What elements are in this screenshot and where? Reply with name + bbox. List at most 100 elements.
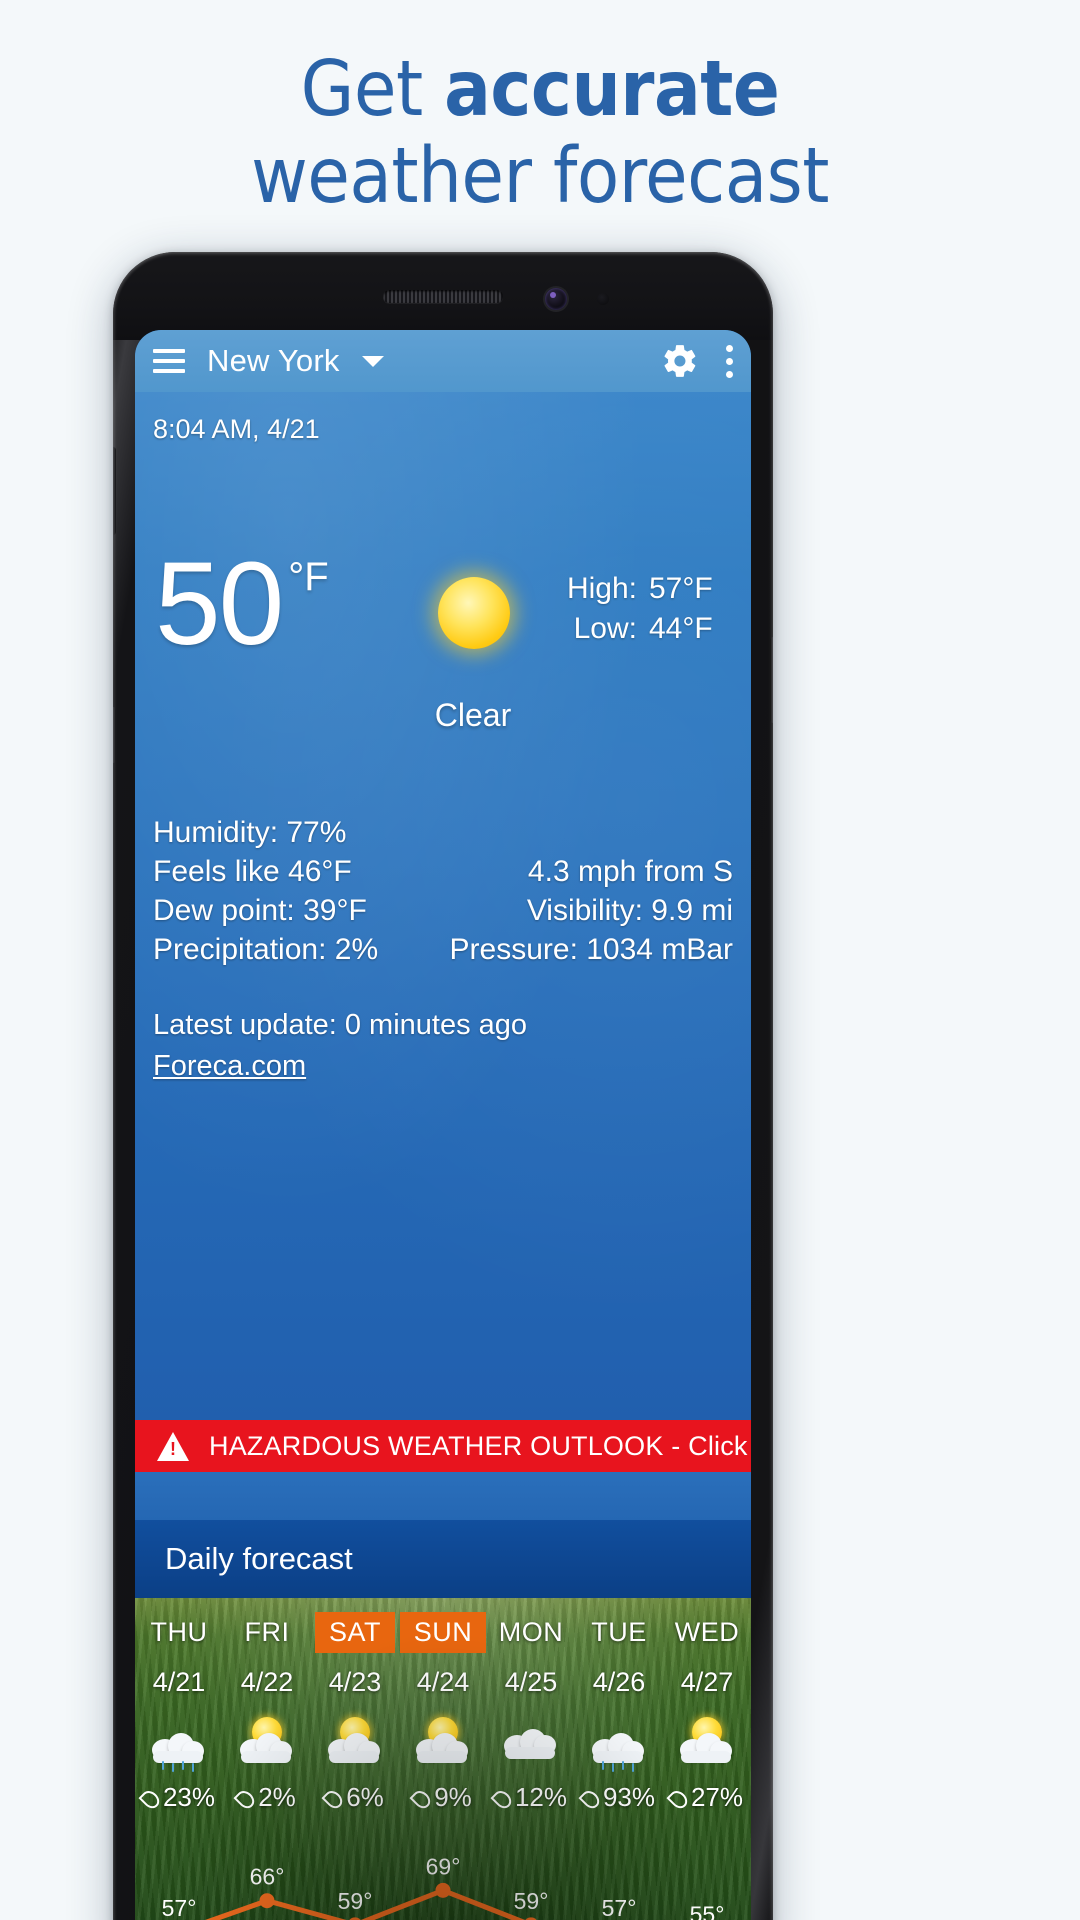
forecast-day-icon-wrap bbox=[223, 1708, 311, 1774]
forecast-day-precipitation: 23% bbox=[135, 1782, 223, 1813]
forecast-day-date: 4/26 bbox=[592, 1667, 646, 1697]
gear-icon[interactable] bbox=[661, 342, 699, 380]
high-temp-label: 55° bbox=[690, 1902, 725, 1920]
earpiece-speaker bbox=[383, 290, 503, 303]
hamburger-icon[interactable] bbox=[153, 349, 185, 373]
forecast-day-column[interactable]: SAT 4/23 6% bbox=[311, 1612, 399, 1813]
forecast-day-column[interactable]: THU 4/21 23% bbox=[135, 1612, 223, 1813]
detail-dew-point: Dew point: 39°F bbox=[153, 894, 367, 927]
detail-row: Precipitation: 2% Pressure: 1034 mBar bbox=[153, 930, 733, 969]
temperature-unit: °F bbox=[288, 555, 329, 599]
forecast-day-icon-wrap bbox=[575, 1708, 663, 1774]
hazard-text: HAZARDOUS WEATHER OUTLOOK - Click for de… bbox=[209, 1430, 751, 1461]
high-value: 57°F bbox=[649, 572, 713, 605]
phone-screen: New York 8:04 AM, 4/21 50 °F Clear High:… bbox=[135, 330, 751, 1920]
city-name[interactable]: New York bbox=[207, 343, 340, 379]
headline-plain: Get bbox=[300, 45, 445, 134]
low-label: Low: bbox=[573, 611, 637, 645]
headline-bold: accurate bbox=[444, 45, 780, 134]
water-drop-icon bbox=[578, 1787, 603, 1812]
forecast-day-precipitation: 12% bbox=[487, 1782, 575, 1813]
water-drop-icon bbox=[233, 1787, 258, 1812]
temperature-line-chart-svg: 57° 66° 59° 69° 59° 57° 55° bbox=[162, 1853, 725, 1920]
condition-label: Clear bbox=[434, 697, 512, 733]
forecast-day-column[interactable]: FRI 4/22 2% bbox=[223, 1612, 311, 1813]
power-button[interactable] bbox=[770, 637, 773, 723]
detail-row: Dew point: 39°F Visibility: 9.9 mi bbox=[153, 891, 733, 930]
forecast-day-precipitation: 93% bbox=[575, 1782, 663, 1813]
forecast-day-name: WED bbox=[674, 1617, 740, 1647]
low-row: Low: 44°F bbox=[567, 609, 731, 649]
forecast-day-date: 4/24 bbox=[416, 1667, 470, 1697]
high-temp-label: 66° bbox=[250, 1864, 285, 1890]
water-drop-icon bbox=[138, 1787, 163, 1812]
current-conditions-panel: 8:04 AM, 4/21 50 °F Clear High: 57°F Low… bbox=[135, 392, 751, 1420]
promo-headline: Get accurate weather forecast bbox=[0, 51, 1080, 222]
forecast-day-column[interactable]: WED 4/27 27% bbox=[663, 1612, 751, 1813]
daily-forecast-body: THU 4/21 23% FRI 4/22 2% SAT 4/23 6% SUN 4/24 9% MON… bbox=[135, 1598, 751, 1920]
panel-gap bbox=[135, 1472, 751, 1520]
high-temp-label: 59° bbox=[514, 1888, 549, 1914]
forecast-day-icon-wrap bbox=[311, 1708, 399, 1774]
high-temp-point bbox=[435, 1882, 451, 1898]
kebab-menu-icon[interactable] bbox=[725, 344, 733, 378]
source-link[interactable]: Foreca.com bbox=[153, 1050, 306, 1083]
forecast-day-name: TUE bbox=[591, 1617, 647, 1647]
forecast-day-column[interactable]: SUN 4/24 9% bbox=[399, 1612, 487, 1813]
daily-forecast-title: Daily forecast bbox=[135, 1520, 751, 1598]
forecast-day-date: 4/27 bbox=[680, 1667, 734, 1697]
daily-forecast-section: Daily forecast THU 4/21 23% FRI 4/22 2% SAT 4/2… bbox=[135, 1520, 751, 1920]
high-row: High: 57°F bbox=[567, 569, 731, 609]
forecast-day-precipitation: 9% bbox=[399, 1782, 487, 1813]
forecast-day-date: 4/22 bbox=[240, 1667, 294, 1697]
forecast-day-icon-wrap bbox=[135, 1708, 223, 1774]
high-temp-label: 57° bbox=[162, 1895, 197, 1920]
high-temp-point bbox=[259, 1893, 275, 1909]
assistant-button[interactable] bbox=[113, 707, 116, 763]
volume-button[interactable] bbox=[113, 447, 116, 535]
sun-cloud-icon bbox=[412, 1717, 474, 1765]
detail-precipitation: Precipitation: 2% bbox=[153, 933, 379, 966]
detail-humidity: Humidity: 77% bbox=[153, 816, 347, 849]
chevron-down-icon[interactable] bbox=[361, 355, 384, 367]
forecast-day-date: 4/21 bbox=[152, 1667, 206, 1697]
forecast-day-precipitation: 27% bbox=[663, 1782, 751, 1813]
detail-feels-like: Feels like 46°F bbox=[153, 855, 352, 888]
forecast-day-column[interactable]: TUE 4/26 93% bbox=[575, 1612, 663, 1813]
forecast-day-icon-wrap bbox=[663, 1708, 751, 1774]
temperature-chart: 57° 66° 59° 69° 59° 57° 55° bbox=[135, 1828, 751, 1920]
detail-wind: 4.3 mph from S bbox=[527, 855, 733, 888]
detail-row: Feels like 46°F 4.3 mph from S bbox=[153, 852, 733, 891]
warning-triangle-icon bbox=[157, 1431, 189, 1461]
cloud-icon bbox=[500, 1717, 562, 1765]
high-temp-label: 69° bbox=[426, 1853, 461, 1879]
rain-cloud-icon bbox=[148, 1717, 210, 1772]
high-label: High: bbox=[566, 572, 637, 605]
current-temperature: 50 bbox=[155, 538, 284, 670]
sun-cloud-icon bbox=[236, 1717, 298, 1765]
hazard-banner[interactable]: HAZARDOUS WEATHER OUTLOOK - Click for de… bbox=[135, 1420, 751, 1472]
sun-cloud-icon bbox=[324, 1717, 386, 1765]
phone-mockup: New York 8:04 AM, 4/21 50 °F Clear High:… bbox=[113, 252, 773, 1920]
forecast-day-icon-wrap bbox=[399, 1708, 487, 1774]
proximity-sensor bbox=[597, 293, 609, 305]
hero-current-weather: 50 °F Clear High: 57°F Low: 44°F bbox=[153, 545, 733, 765]
forecast-day-name: FRI bbox=[244, 1617, 290, 1647]
detail-row: Humidity: 77% bbox=[153, 813, 733, 852]
high-temp-label: 57° bbox=[602, 1895, 637, 1920]
detail-pressure: Pressure: 1034 mBar bbox=[449, 933, 733, 966]
app-toolbar: New York bbox=[135, 330, 751, 392]
forecast-day-name: THU bbox=[150, 1617, 208, 1647]
forecast-days-row: THU 4/21 23% FRI 4/22 2% SAT 4/23 6% SUN 4/24 9% MON… bbox=[135, 1598, 751, 1813]
high-low-block: High: 57°F Low: 44°F bbox=[567, 569, 731, 648]
sun-cloud-icon bbox=[676, 1717, 738, 1765]
forecast-day-name: SUN bbox=[399, 1612, 487, 1653]
latest-update-text: Latest update: 0 minutes ago bbox=[153, 1009, 528, 1041]
water-drop-icon bbox=[666, 1787, 691, 1812]
headline-line-2: weather forecast bbox=[251, 132, 829, 222]
observation-timestamp: 8:04 AM, 4/21 bbox=[153, 414, 320, 444]
forecast-day-icon-wrap bbox=[487, 1708, 575, 1774]
forecast-day-name: SAT bbox=[314, 1612, 395, 1653]
sun-icon bbox=[408, 547, 540, 679]
forecast-day-column[interactable]: MON 4/25 12% bbox=[487, 1612, 575, 1813]
